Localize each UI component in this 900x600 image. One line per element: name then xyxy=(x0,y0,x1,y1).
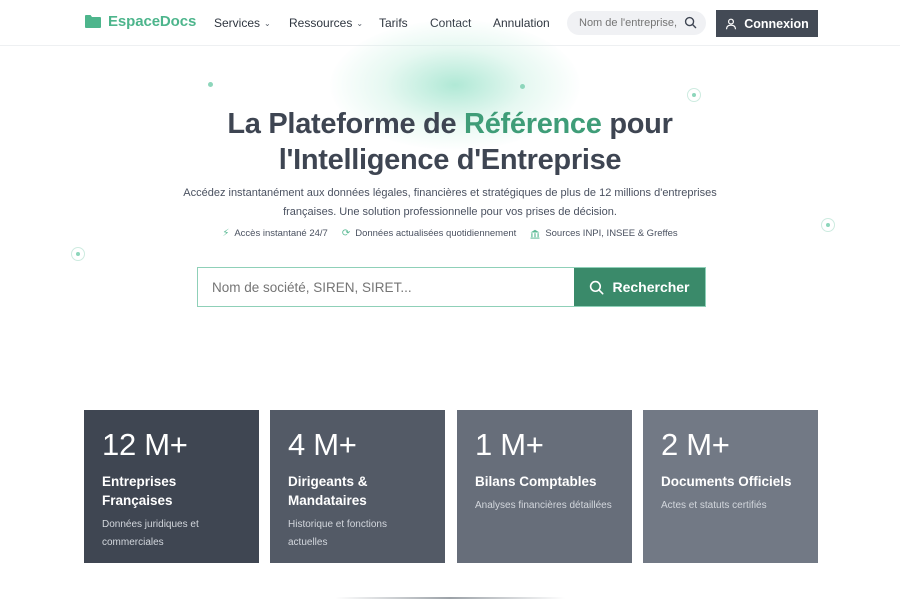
nav-services-label: Services xyxy=(214,16,261,30)
nav-search-input[interactable] xyxy=(579,17,677,29)
brand-logo[interactable]: EspaceDocs xyxy=(84,13,196,30)
stat-label: Bilans Comptables xyxy=(475,474,597,489)
company-search-input[interactable] xyxy=(198,268,574,306)
stat-card: 4 M+ Dirigeants & Mandataires Historique… xyxy=(270,410,445,563)
stat-label: Dirigeants & Mandataires xyxy=(288,474,368,508)
feature-label: Accès instantané 24/7 xyxy=(234,228,328,239)
chevron-down-icon: ⌄ xyxy=(264,18,271,28)
hero-subtitle: Accédez instantanément aux données légal… xyxy=(183,187,717,218)
stat-label: Entreprises Françaises xyxy=(102,474,177,508)
feature-item: Sources INPI, INSEE & Greffes xyxy=(530,228,678,239)
bolt-icon: ⚡︎ xyxy=(222,228,230,239)
stat-description: Données juridiques et commerciales xyxy=(102,519,199,548)
refresh-icon: ⟳ xyxy=(341,228,351,239)
brand-name: EspaceDocs xyxy=(108,13,197,30)
page: EspaceDocs Services ⌄ Ressources ⌄ Tarif… xyxy=(0,0,900,600)
folder-icon xyxy=(85,15,101,28)
stat-card: 2 M+ Documents Officiels Actes et statut… xyxy=(643,410,818,563)
stat-value: 2 M+ xyxy=(661,427,730,462)
stat-label: Documents Officiels xyxy=(661,474,792,489)
search-button-label: Rechercher xyxy=(612,279,690,295)
search-icon xyxy=(590,280,604,295)
decor-dot xyxy=(687,88,701,102)
hero-title: La Plateforme de Référence pour l'Intell… xyxy=(100,106,800,178)
stat-description: Actes et statuts certifiés xyxy=(661,500,767,511)
hero-title-accent: Référence xyxy=(464,108,602,140)
login-label: Connexion xyxy=(744,16,809,31)
feature-item: ⟳ Données actualisées quotidiennement xyxy=(342,228,516,239)
stat-description: Analyses financières détaillées xyxy=(475,500,612,511)
decor-dot xyxy=(208,82,213,87)
bank-icon xyxy=(530,229,540,239)
search-button[interactable]: Rechercher xyxy=(574,268,705,306)
user-icon xyxy=(726,18,737,29)
stat-value: 4 M+ xyxy=(288,427,357,462)
search-icon[interactable] xyxy=(684,16,697,29)
feature-label: Sources INPI, INSEE & Greffes xyxy=(545,228,678,239)
nav-ressources-label: Ressources xyxy=(289,16,353,30)
nav-ressources[interactable]: Ressources ⌄ xyxy=(289,16,363,30)
feature-item: ⚡︎ Accès instantané 24/7 xyxy=(222,228,328,239)
section-divider xyxy=(335,597,565,599)
stat-card: 1 M+ Bilans Comptables Analyses financiè… xyxy=(457,410,632,563)
hero-title-line2: l'Intelligence d'Entreprise xyxy=(278,144,622,176)
nav-search xyxy=(567,11,706,35)
nav-services[interactable]: Services ⌄ xyxy=(214,16,271,30)
chevron-down-icon: ⌄ xyxy=(356,18,364,28)
stat-value: 12 M+ xyxy=(102,427,188,462)
feature-label: Données actualisées quotidiennement xyxy=(355,228,517,239)
decor-dot xyxy=(71,247,85,261)
feature-list: ⚡︎ Accès instantané 24/7 ⟳ Données actua… xyxy=(0,228,900,239)
hero-search: Rechercher xyxy=(197,267,706,307)
stat-value: 1 M+ xyxy=(475,427,544,462)
hero-title-part1: La Plateforme de xyxy=(227,108,465,140)
decor-dot xyxy=(520,84,525,89)
stat-description: Historique et fonctions actuelles xyxy=(288,519,387,548)
hero-title-part2: pour xyxy=(601,108,673,140)
stat-card: 12 M+ Entreprises Françaises Données jur… xyxy=(84,410,259,563)
login-button[interactable]: Connexion xyxy=(716,10,818,37)
